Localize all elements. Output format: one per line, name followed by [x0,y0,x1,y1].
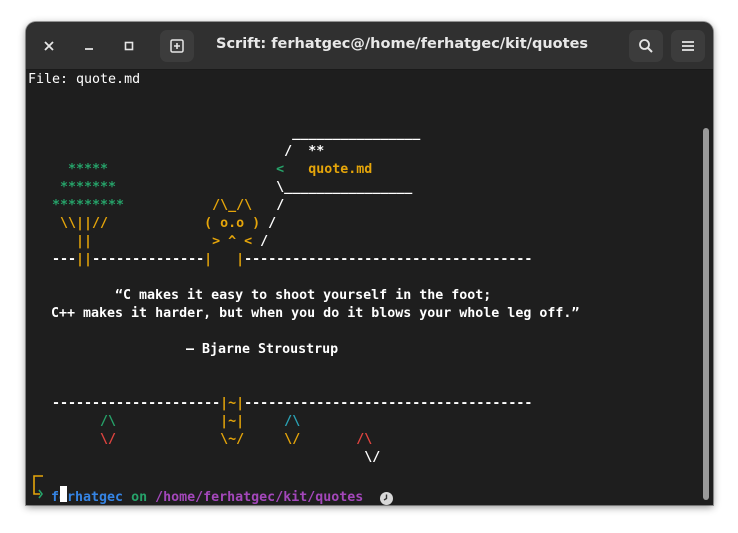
terminal-window: Scrift: ferhatgec@/home/ferhatgec/kit/qu… [26,22,713,505]
prompt-path: /home/ferhatgec/kit/quotes [155,490,364,505]
hamburger-menu-icon [682,41,694,51]
art-line-1: ________________ [28,126,421,141]
quote-line-2: C++ makes it harder, but when you do it … [51,306,580,321]
speech-filename: quote.md [308,162,373,177]
art-line-3: ***** < quote.md [28,162,373,177]
close-icon [44,41,54,51]
title-bar: Scrift: ferhatgec@/home/ferhatgec/kit/qu… [26,22,713,70]
scrollbar[interactable] [703,128,709,500]
art-line-6: \\||// ( o.o ) / [28,216,277,231]
window-title: Scrift: ferhatgec@/home/ferhatgec/kit/qu… [216,36,589,52]
art-line-2: / ** [28,144,325,159]
art-bottom-4: \/ [28,450,381,465]
quote-line-1: “C makes it easy to shoot yourself in th… [115,288,492,303]
art-line-5: ********* /\_/\ / [28,198,285,213]
minimize-button[interactable] [74,32,104,60]
search-button[interactable] [629,30,663,62]
art-line-8: ---||--------------| |------------------… [28,252,533,267]
art-line-4: ******* \________________ [28,180,413,195]
minimize-icon [85,48,93,50]
search-icon [639,39,653,53]
text-cursor [60,486,67,502]
prompt-on: on [131,490,148,505]
art-bottom-2: /\ |~| /\ [28,414,301,429]
clock-icon [379,491,394,505]
prompt-corner-icon [30,474,44,504]
prompt-line: ferhatgec on /home/ferhatgec/kit/quotes [51,489,363,505]
art-line-7: || > ^ < / [28,234,269,249]
maximize-button[interactable] [114,32,144,60]
file-header: File: quote.md [28,72,141,87]
art-bottom-3: \/ \~/ \/ /\ [28,432,373,447]
maximize-icon [124,41,134,51]
quote-author: — Bjarne Stroustrup [186,342,339,357]
menu-button[interactable] [671,30,705,62]
close-button[interactable] [34,32,64,60]
new-tab-button[interactable] [160,30,194,62]
new-tab-icon [170,39,184,53]
art-bottom-1: ---------------------|~|----------------… [28,396,533,411]
terminal-content[interactable]: File: quote.md ________________ / ** ***… [26,70,713,505]
